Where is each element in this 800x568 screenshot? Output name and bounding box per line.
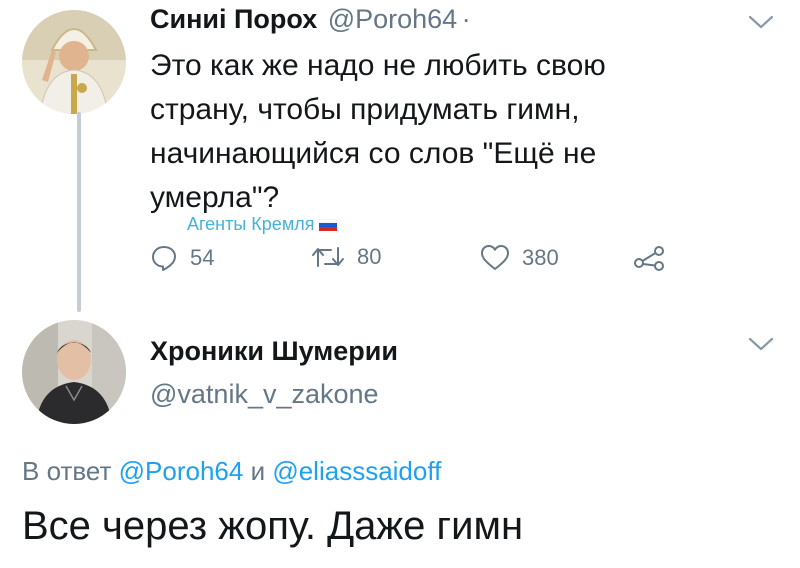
reply-and: и (250, 456, 266, 486)
tweet1-header: Синиі Порох @Poroh64 · (150, 4, 471, 35)
tweet2-text: Все через жопу. Даже гимн (22, 504, 524, 548)
like-action[interactable]: 380 (480, 244, 559, 272)
russia-flag-icon (319, 218, 338, 231)
tweet1-text-line: Это как же надо не любить свою (150, 49, 606, 82)
chevron-down-icon[interactable] (748, 336, 774, 357)
chevron-down-icon[interactable] (748, 14, 774, 35)
reply-prefix: В ответ (22, 456, 112, 486)
avatar-shumeria-image (22, 320, 126, 424)
reply-user-link[interactable]: @Poroh64 (119, 456, 244, 486)
retweet-icon (312, 247, 344, 267)
reply-action[interactable]: 54 (150, 244, 214, 272)
avatar-shumeria[interactable] (22, 320, 126, 424)
chevron-down-icon-svg (748, 337, 774, 351)
header-separator: · (461, 4, 471, 34)
watermark-text: Агенты Кремля (187, 214, 315, 234)
author-name[interactable]: Синиі Порох (150, 4, 317, 34)
reply-context: В ответ @Poroh64 и @eliasssaidoff (22, 456, 441, 487)
watermark: Агенты Кремля (187, 214, 338, 235)
tweet1-text-line: страну, чтобы придумать гимн, (150, 93, 580, 126)
reply-user-link[interactable]: @eliasssaidoff (272, 456, 441, 486)
reply-count: 54 (190, 245, 215, 270)
author-handle[interactable]: @Poroh64 (328, 4, 458, 34)
heart-icon (481, 245, 509, 270)
author-name[interactable]: Хроники Шумерии (150, 336, 398, 367)
share-icon (634, 246, 664, 271)
avatar-poroh-image (22, 10, 126, 114)
thread-line (77, 112, 81, 312)
author-handle[interactable]: @vatnik_v_zakone (150, 379, 398, 410)
tweet1-text: Это как же надо не любить свою страну, ч… (150, 44, 606, 220)
tweet1-text-line: начинающийся со слов "Ещё не (150, 137, 597, 170)
retweet-count: 80 (357, 244, 382, 269)
chevron-down-icon-svg (748, 15, 774, 29)
share-action[interactable] (633, 244, 665, 272)
tweet2-header: Хроники Шумерии @vatnik_v_zakone (150, 336, 398, 410)
avatar-poroh[interactable] (22, 10, 126, 114)
retweet-action[interactable]: 80 (311, 244, 381, 270)
like-count: 380 (522, 245, 559, 270)
reply-icon (152, 246, 176, 271)
